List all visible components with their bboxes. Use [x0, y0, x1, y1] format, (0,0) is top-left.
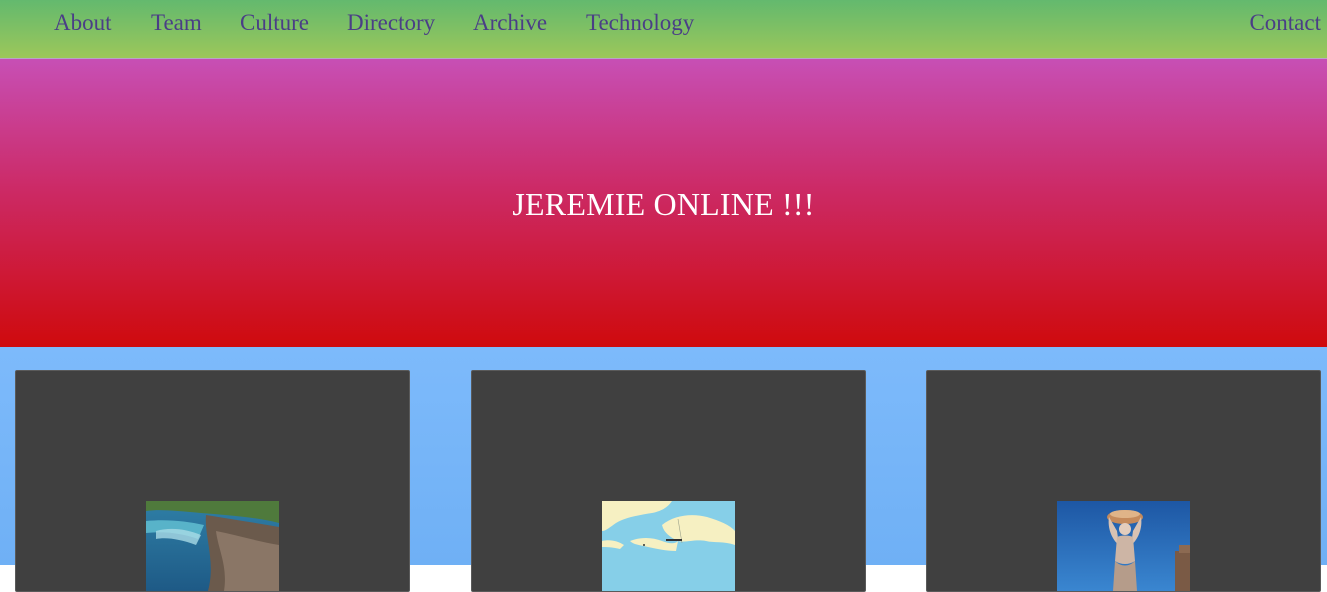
coastal-town-photo[interactable] [146, 501, 279, 591]
nav-link-culture[interactable]: Culture [240, 10, 309, 36]
nav-link-archive[interactable]: Archive [473, 10, 547, 36]
nav-link-team[interactable]: Team [151, 10, 202, 36]
card-map[interactable] [471, 370, 866, 592]
hero-title: JEREMIE ONLINE !!! [512, 186, 815, 222]
nav-link-directory[interactable]: Directory [347, 10, 435, 36]
top-nav: About Team Culture Directory Archive Tec… [0, 0, 1327, 59]
nav-link-about[interactable]: About [54, 10, 112, 36]
hero-banner: JEREMIE ONLINE !!! [0, 59, 1327, 347]
nav-link-contact[interactable]: Contact [1249, 10, 1321, 36]
card-section [0, 347, 1327, 592]
card-statue[interactable] [926, 370, 1321, 592]
statue-photo[interactable] [1057, 501, 1190, 591]
card-coastal-town[interactable] [15, 370, 410, 592]
nav-link-technology[interactable]: Technology [586, 10, 694, 36]
haiti-map[interactable] [602, 501, 735, 591]
